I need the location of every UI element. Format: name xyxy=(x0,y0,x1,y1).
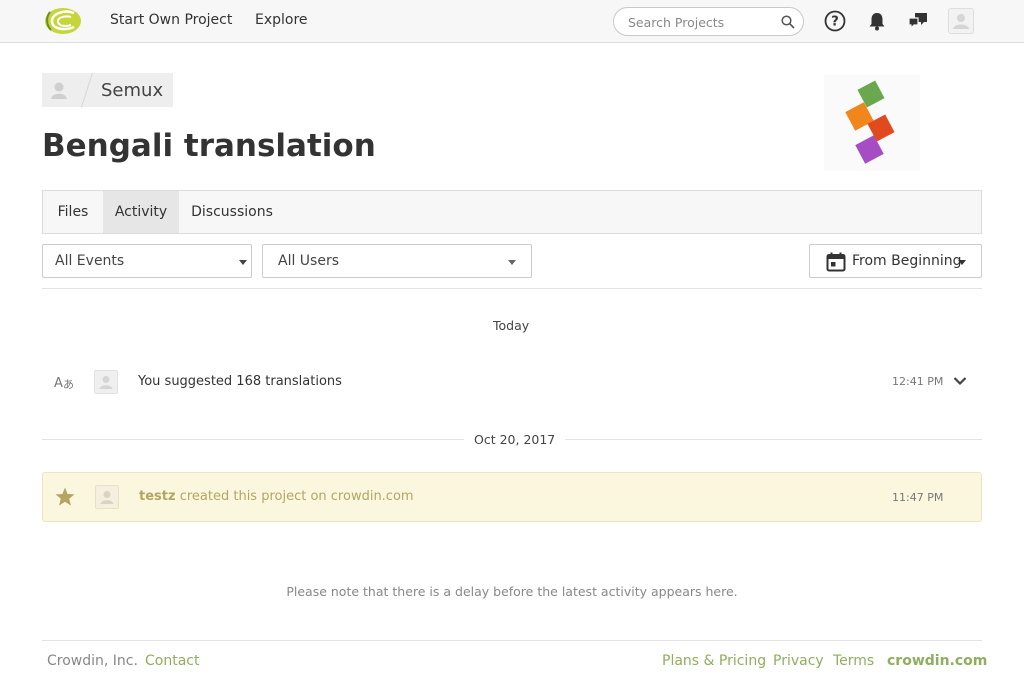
svg-text:A: A xyxy=(54,376,63,391)
project-tabs: Files Activity Discussions xyxy=(42,190,982,234)
tab-discussions[interactable]: Discussions xyxy=(179,191,285,233)
date-range-label: From Beginning xyxy=(852,253,962,269)
footer-brand-link[interactable]: crowdin.com xyxy=(887,653,987,669)
svg-text:あ: あ xyxy=(63,378,74,391)
search-box xyxy=(613,7,804,36)
search-icon[interactable] xyxy=(781,15,795,29)
crowdin-logo-icon[interactable] xyxy=(44,6,82,36)
calendar-icon xyxy=(826,252,846,272)
bell-icon[interactable] xyxy=(866,10,888,32)
messages-icon[interactable] xyxy=(907,10,929,32)
day-header-date: Oct 20, 2017 xyxy=(464,432,566,447)
user-avatar-icon xyxy=(100,491,114,504)
star-icon xyxy=(55,487,75,506)
caret-down-icon xyxy=(239,260,247,265)
events-filter-select[interactable]: All Events xyxy=(42,244,252,278)
owner-avatar-icon[interactable] xyxy=(44,75,74,105)
activity-user-link[interactable]: testz xyxy=(139,489,176,504)
user-avatar-icon xyxy=(953,14,969,29)
search-input[interactable] xyxy=(628,13,778,31)
avatar[interactable] xyxy=(94,370,118,394)
breadcrumb-owner-link[interactable]: Semux xyxy=(101,80,163,101)
tab-activity[interactable]: Activity xyxy=(103,191,179,233)
help-icon[interactable]: ? xyxy=(824,10,846,32)
activity-text: You suggested 168 translations xyxy=(138,374,342,389)
nav-explore[interactable]: Explore xyxy=(255,12,308,28)
activity-description: created this project on crowdin.com xyxy=(179,489,414,504)
project-logo-image xyxy=(845,80,895,164)
activity-time: 12:41 PM xyxy=(892,375,944,388)
caret-down-icon xyxy=(508,260,516,265)
divider xyxy=(42,288,982,289)
footer-link-contact[interactable]: Contact xyxy=(145,653,199,669)
top-navbar: Start Own Project Explore ? xyxy=(0,0,1024,43)
caret-down-icon xyxy=(958,260,966,265)
activity-delay-note: Please note that there is a delay before… xyxy=(286,584,738,599)
chevron-down-icon[interactable] xyxy=(953,376,967,386)
breadcrumb: Semux xyxy=(42,73,173,108)
events-filter-value: All Events xyxy=(55,253,125,269)
avatar[interactable] xyxy=(95,485,119,509)
translate-icon: A あ xyxy=(54,376,74,391)
user-avatar-icon xyxy=(99,376,113,389)
activity-time: 11:47 PM xyxy=(892,491,944,504)
footer-link-terms[interactable]: Terms xyxy=(833,653,874,669)
footer-link-privacy[interactable]: Privacy xyxy=(773,653,824,669)
footer-company: Crowdin, Inc. xyxy=(47,653,138,669)
nav-start-own-project[interactable]: Start Own Project xyxy=(110,12,232,28)
footer-divider xyxy=(42,640,982,641)
users-filter-select[interactable]: All Users xyxy=(262,244,532,278)
project-logo xyxy=(824,75,920,171)
users-filter-value: All Users xyxy=(278,253,340,269)
activity-row-highlighted: testz created this project on crowdin.co… xyxy=(42,472,982,522)
date-range-button[interactable]: From Beginning xyxy=(809,244,982,278)
tab-files[interactable]: Files xyxy=(43,191,103,233)
user-avatar[interactable] xyxy=(948,8,974,34)
footer-link-plans-pricing[interactable]: Plans & Pricing xyxy=(662,653,766,669)
breadcrumb-separator xyxy=(80,73,93,108)
activity-text: testz created this project on crowdin.co… xyxy=(139,489,414,504)
svg-text:?: ? xyxy=(831,15,839,30)
page-title: Bengali translation xyxy=(42,128,376,164)
day-header-today: Today xyxy=(483,318,540,333)
